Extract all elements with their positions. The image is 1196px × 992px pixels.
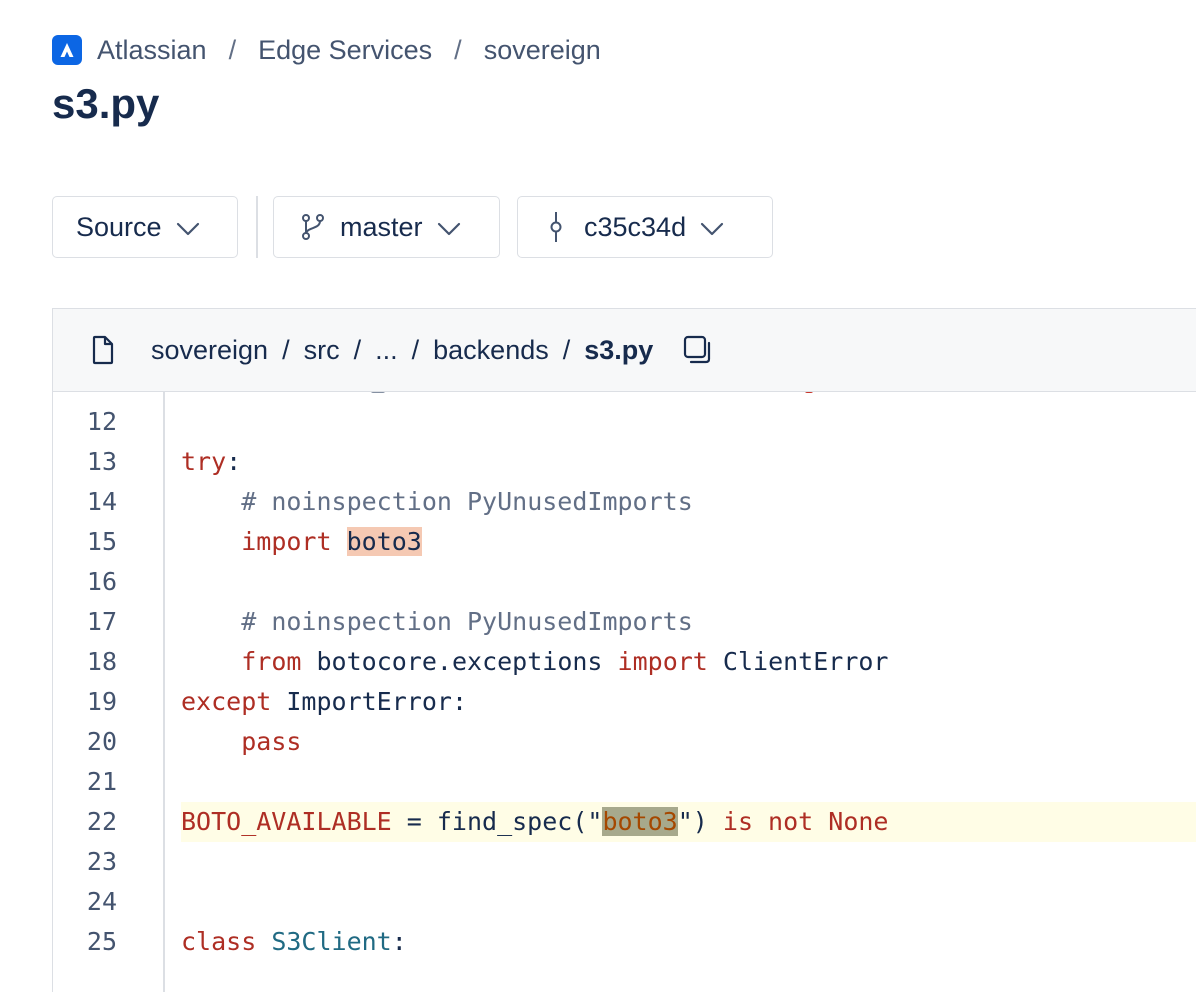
keyword-token: import — [617, 647, 708, 676]
path-current-file: s3.py — [584, 334, 654, 365]
identifier-token: botocore.exceptions — [316, 647, 603, 676]
file-icon — [91, 335, 115, 365]
chevron-down-icon — [437, 212, 461, 243]
line-content: import boto3 — [181, 522, 1196, 562]
path-separator: / — [353, 334, 362, 365]
keyword-token: is not — [722, 807, 814, 836]
identifier-token: ImportError — [286, 687, 452, 716]
chevron-down-icon — [700, 212, 724, 243]
branch-icon — [300, 213, 326, 241]
code-line: 12 — [53, 402, 1196, 442]
line-content: pass — [181, 722, 1196, 762]
page-title: s3.py — [52, 80, 160, 127]
commit-dropdown[interactable]: c35c34d — [517, 196, 773, 258]
selector-divider — [256, 196, 258, 258]
commit-icon — [548, 212, 564, 242]
source-dropdown-label: Source — [76, 211, 162, 242]
punctuation-token: : — [451, 687, 468, 716]
code-viewer: 12 13 try: 14 # noinspection PyUnusedImp… — [52, 392, 1196, 992]
line-number[interactable]: 24 — [53, 882, 117, 922]
line-number[interactable]: 13 — [53, 442, 117, 482]
line-number[interactable]: 19 — [53, 682, 117, 722]
source-dropdown[interactable]: Source — [52, 196, 238, 258]
chevron-down-icon — [176, 212, 200, 243]
keyword-token: except — [181, 687, 272, 716]
code-line: 15 import boto3 — [53, 522, 1196, 562]
line-content: except ImportError: — [181, 682, 1196, 722]
breadcrumb-item-project[interactable]: Edge Services — [258, 35, 432, 66]
code-line: 14 # noinspection PyUnusedImports — [53, 482, 1196, 522]
clipped-code-line — [233, 392, 833, 402]
line-number[interactable]: 25 — [53, 922, 117, 962]
path-separator: / — [562, 334, 571, 365]
code-line: 20 pass — [53, 722, 1196, 762]
code-line: 21 — [53, 762, 1196, 802]
class-name-token: S3Client — [271, 927, 392, 956]
line-content: # noinspection PyUnusedImports — [181, 482, 1196, 522]
string-token: ") — [677, 807, 708, 836]
identifier-token: ClientError — [722, 647, 889, 676]
breadcrumb-item-repository[interactable]: sovereign — [484, 35, 601, 66]
code-line: 13 try: — [53, 442, 1196, 482]
branch-dropdown[interactable]: master — [273, 196, 500, 258]
path-segment-backends[interactable]: backends — [433, 335, 549, 366]
keyword-token: from — [241, 647, 302, 676]
code-line: 16 — [53, 562, 1196, 602]
code-line: 18 from botocore.exceptions import Clien… — [53, 642, 1196, 682]
path-segment-root[interactable]: sovereign — [151, 335, 268, 366]
file-header: sovereign / src / ... / backends / s3.py — [52, 308, 1196, 392]
line-number[interactable]: 23 — [53, 842, 117, 882]
path-separator: / — [282, 334, 290, 365]
copy-path-icon[interactable] — [683, 335, 715, 365]
constant-token: BOTO_AVAILABLE — [181, 807, 392, 836]
search-match-token: boto3 — [346, 527, 422, 556]
code-line: 19 except ImportError: — [53, 682, 1196, 722]
breadcrumb-item-workspace[interactable]: Atlassian — [97, 35, 207, 66]
line-number[interactable]: 15 — [53, 522, 117, 562]
string-token: (" — [572, 807, 603, 836]
search-match-token: boto3 — [602, 807, 678, 836]
code-line: 25 class S3Client: — [53, 922, 1196, 962]
keyword-token: import — [241, 527, 332, 556]
operator-token: = — [391, 807, 437, 836]
identifier-token: find_spec — [436, 807, 573, 836]
line-number[interactable]: 18 — [53, 642, 117, 682]
line-number[interactable]: 20 — [53, 722, 117, 762]
line-number[interactable]: 14 — [53, 482, 117, 522]
line-content: from botocore.exceptions import ClientEr… — [181, 642, 1196, 682]
line-content: class S3Client: — [181, 922, 1196, 962]
code-line: 17 # noinspection PyUnusedImports — [53, 602, 1196, 642]
breadcrumb-separator: / — [454, 34, 462, 65]
keyword-token: try — [181, 447, 227, 476]
breadcrumb-separator: / — [228, 34, 237, 65]
line-number[interactable]: 17 — [53, 602, 117, 642]
path-segment-ellipsis[interactable]: ... — [375, 335, 398, 366]
atlassian-logo-icon[interactable] — [52, 35, 82, 65]
comment-token: # noinspection PyUnusedImports — [241, 487, 693, 516]
code-line: 23 — [53, 842, 1196, 882]
line-number[interactable]: 12 — [53, 402, 117, 442]
punctuation-token: : — [226, 447, 242, 476]
line-content: try: — [181, 442, 1196, 482]
keyword-token: pass — [241, 727, 302, 756]
line-content: BOTO_AVAILABLE = find_spec("boto3") is n… — [181, 802, 1196, 842]
path-segment-src[interactable]: src — [304, 335, 340, 366]
code-line-highlighted: 22 BOTO_AVAILABLE = find_spec("boto3") i… — [53, 802, 1196, 842]
line-number[interactable]: 16 — [53, 562, 117, 602]
comment-token: # noinspection PyUnusedImports — [241, 607, 693, 636]
punctuation-token: : — [391, 927, 407, 956]
commit-dropdown-label: c35c34d — [584, 211, 687, 242]
path-separator: / — [411, 334, 420, 365]
keyword-token: None — [828, 807, 889, 836]
line-number[interactable]: 21 — [53, 762, 117, 802]
keyword-token: class — [181, 927, 257, 956]
breadcrumb: Atlassian / Edge Services / sovereign — [52, 32, 601, 68]
line-number[interactable]: 22 — [53, 802, 117, 842]
code-line: 24 — [53, 882, 1196, 922]
line-content: # noinspection PyUnusedImports — [181, 602, 1196, 642]
branch-dropdown-label: master — [340, 211, 423, 242]
